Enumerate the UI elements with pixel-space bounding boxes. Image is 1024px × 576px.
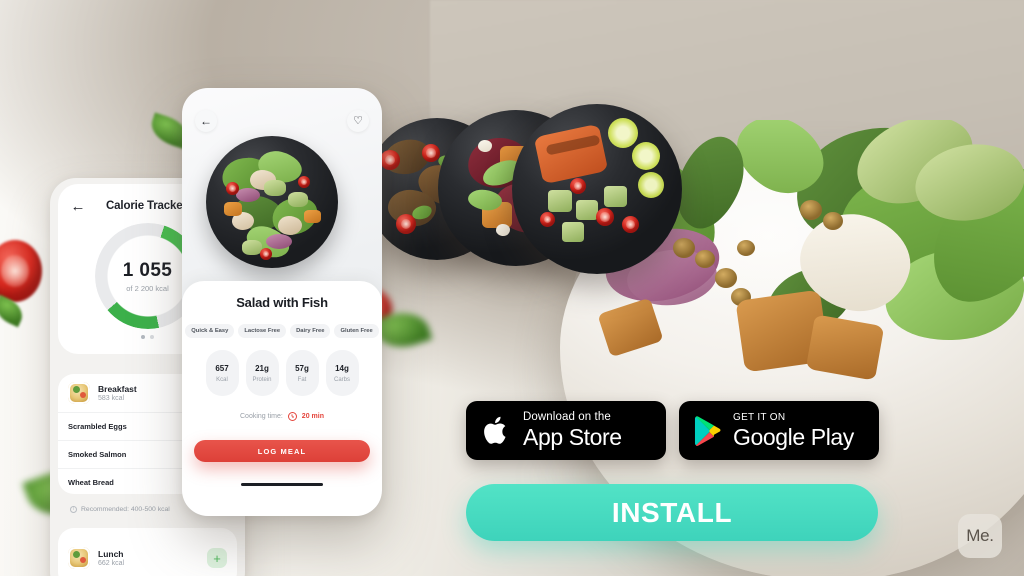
pager-dot[interactable] [150, 335, 154, 339]
recipe-tag-row: Quick & Easy Lactose Free Dairy Free Glu… [185, 324, 379, 338]
nutrition-pill-kcal: 657 Kcal [205, 350, 239, 396]
nutrition-label: Carbs [333, 376, 350, 383]
nutrition-pill-fat: 57g Fat [285, 350, 319, 396]
google-play-icon [694, 415, 721, 446]
meal-thumbnail-icon [68, 547, 90, 569]
recipe-tag[interactable]: Gluten Free [334, 324, 379, 338]
recipe-sheet: Salad with Fish Quick & Easy Lactose Fre… [182, 281, 382, 516]
apple-icon [484, 416, 506, 444]
calorie-goal: of 2 200 kcal [126, 283, 169, 293]
nutrition-value: 57g [295, 363, 309, 373]
app-store-badge[interactable]: Download on the App Store [466, 401, 666, 460]
cooking-time-row: Cooking time: 20 min [194, 412, 370, 421]
cooking-time-label: Cooking time: [240, 413, 283, 420]
add-meal-button[interactable]: + [207, 548, 227, 568]
home-indicator [241, 483, 323, 486]
recipe-tag[interactable]: Quick & Easy [185, 324, 235, 338]
promo-canvas: ← Calorie Tracker 1 055 of 2 200 kcal Br… [0, 0, 1024, 576]
recipe-dish-image [206, 136, 338, 268]
back-icon[interactable]: ← [195, 110, 217, 132]
nutrition-label: Protein [252, 376, 272, 383]
recipe-tag[interactable]: Dairy Free [290, 324, 331, 338]
meal-kcal: 662 kcal [98, 560, 125, 568]
nutrition-value: 21g [255, 363, 269, 373]
recipe-tag[interactable]: Lactose Free [238, 324, 287, 338]
nutrition-row: 657 Kcal 21g Protein 57g Fat 14g Carbs [194, 350, 370, 396]
app-store-big-label: App Store [523, 424, 622, 451]
info-icon: i [70, 506, 77, 513]
app-store-text: Download on the App Store [523, 410, 622, 451]
google-play-text: GET IT ON Google Play [733, 411, 854, 450]
page-title: Calorie Tracker [106, 200, 187, 212]
recipe-hero: ← ♡ [182, 88, 382, 283]
brand-logo[interactable]: Me. [958, 514, 1002, 558]
meal-kcal: 583 kcal [98, 395, 125, 403]
meal-card-lunch[interactable]: Lunch 662 kcal + [58, 528, 237, 576]
google-play-badge[interactable]: GET IT ON Google Play [679, 401, 879, 460]
carousel-dish-3[interactable] [512, 104, 682, 274]
meal-name: Breakfast [98, 383, 137, 394]
clock-icon [287, 412, 297, 421]
meal-thumbnail-icon [68, 382, 90, 404]
phone-recipe-detail: ← ♡ Salad with Fish Quick & Easy Lactose… [182, 88, 382, 516]
meal-text-block: Lunch 662 kcal [98, 549, 124, 568]
pager-dot[interactable] [141, 335, 145, 339]
meal-text-block: Breakfast 583 kcal [98, 384, 137, 403]
nutrition-pill-protein: 21g Protein [245, 350, 279, 396]
nutrition-label: Fat [297, 376, 307, 383]
cooking-time-value: 20 min [301, 413, 324, 420]
back-icon[interactable]: ← [70, 198, 86, 214]
log-meal-button[interactable]: LOG MEAL [194, 440, 370, 462]
favorite-heart-icon[interactable]: ♡ [347, 110, 369, 132]
google-play-big-label: Google Play [733, 423, 854, 450]
install-button[interactable]: INSTALL [466, 484, 878, 541]
recommended-label: Recommended: 400-500 kcal [81, 506, 170, 513]
recipe-title: Salad with Fish [236, 295, 328, 310]
nutrition-label: Kcal [216, 376, 228, 383]
app-store-small-label: Download on the [523, 410, 611, 423]
nutrition-value: 657 [215, 363, 229, 373]
calorie-value: 1 055 [122, 259, 173, 281]
google-play-small-label: GET IT ON [733, 411, 786, 423]
nutrition-pill-carbs: 14g Carbs [325, 350, 359, 396]
nutrition-value: 14g [335, 363, 349, 373]
meal-name: Lunch [98, 548, 124, 559]
